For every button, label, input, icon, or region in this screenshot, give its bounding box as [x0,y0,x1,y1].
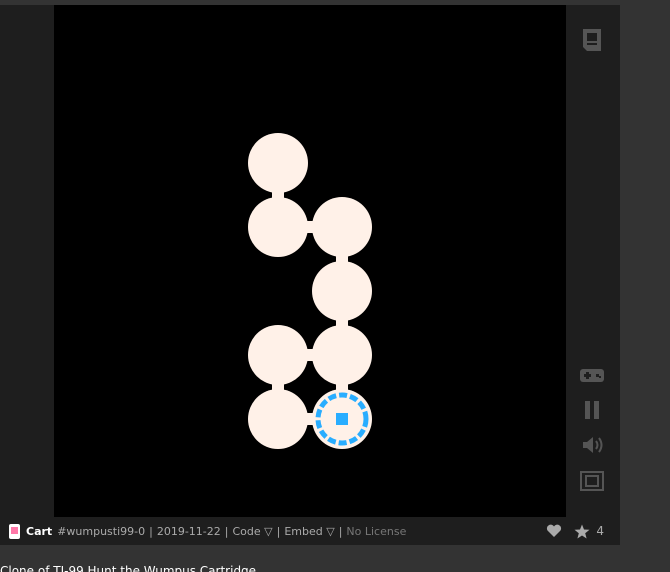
star-icon[interactable] [574,524,590,539]
gamepad-icon[interactable] [579,362,605,388]
pause-icon[interactable] [579,397,605,423]
separator: | [276,524,281,538]
cart-id-link[interactable]: #wumpusti99-0 [57,525,145,538]
separator: | [224,524,229,538]
cart-thumbnail-icon [9,523,20,539]
cave-room [248,197,308,257]
cave-room [248,133,308,193]
cart-label: Cart [26,524,53,538]
cave-room [312,197,372,257]
embed-dropdown[interactable]: Embed ▽ [284,525,334,538]
left-gutter [0,5,54,517]
game-screen[interactable] [54,5,566,517]
game-canvas[interactable] [54,5,566,517]
cart-date: 2019-11-22 [156,524,221,538]
separator: | [149,524,153,538]
cart-description: Clone of TI-99 Hunt the Wumpus Cartridge [0,564,257,572]
cave-room [248,389,308,449]
cave-room [312,261,372,321]
license-label: No License [346,524,407,538]
fullscreen-icon[interactable] [579,468,605,494]
sound-icon[interactable] [579,432,605,458]
player-marker [336,413,348,425]
cart-info-icon[interactable] [579,27,605,53]
cave-room [248,325,308,385]
code-dropdown[interactable]: Code ▽ [232,525,272,538]
separator: | [338,524,343,538]
cave-room [312,325,372,385]
cart-footer-bar: Cart #wumpusti99-0 | 2019-11-22 | Code ▽… [0,517,620,545]
footer-actions: 4 [534,517,604,545]
pico8-cart-page: Cart #wumpusti99-0 | 2019-11-22 | Code ▽… [0,0,670,572]
player-controls-panel [566,5,620,517]
star-count: 4 [596,524,604,538]
heart-icon[interactable] [546,524,562,538]
